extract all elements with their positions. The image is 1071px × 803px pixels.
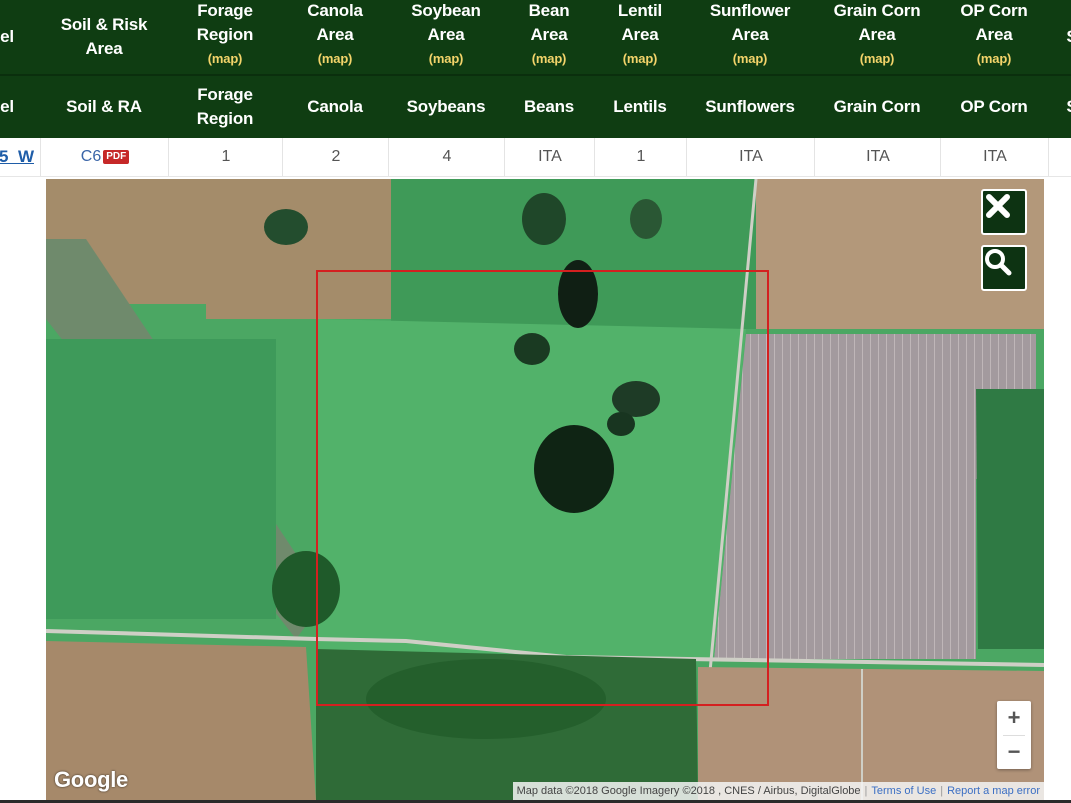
header-cell-soybeans: Soybeans [388, 76, 504, 138]
attribution-text: Map data ©2018 Google Imagery ©2018 , CN… [516, 785, 861, 797]
attribution-separator: | [940, 785, 944, 797]
header-label: el [0, 97, 14, 116]
canola-map-link[interactable]: (map) [318, 50, 353, 68]
header-label: Canola Area [307, 0, 363, 44]
zoom-in-button[interactable]: + [997, 701, 1031, 735]
header-cell-grain-corn-short: Grain Corn [814, 76, 940, 138]
header-cell-forage-short: Forage Region [168, 76, 282, 138]
header-label: Lentil Area [617, 0, 663, 44]
header-label: Canola [307, 97, 363, 116]
header-cell-sunflowers: Sunflowers [686, 76, 814, 138]
table-header: el Soil & Risk Area Forage Region (map) C… [0, 0, 1071, 138]
sunflower-value: ITA [739, 148, 763, 165]
header-label: el [0, 27, 14, 46]
attribution-separator: | [864, 785, 868, 797]
forage-map-link[interactable]: (map) [208, 50, 243, 68]
header-cell-soil-risk: Soil & Risk Area [40, 0, 168, 74]
header-cell-soybean: Soybean Area (map) [388, 0, 504, 74]
terms-of-use-link[interactable]: Terms of Use [871, 785, 936, 797]
lentil-value: 1 [636, 148, 646, 165]
map-attribution: Map data ©2018 Google Imagery ©2018 , CN… [512, 782, 1044, 800]
header-cell-bean: Bean Area (map) [504, 0, 594, 74]
header-label: Soil & Risk Area [60, 15, 148, 58]
header-cell-canola-short: Canola [282, 76, 388, 138]
bean-value: ITA [538, 148, 562, 165]
op-corn-cell: ITA [940, 138, 1049, 176]
forage-value: 1 [221, 148, 231, 165]
soybean-map-link[interactable]: (map) [429, 50, 464, 68]
header-cell-legal: el [0, 0, 24, 74]
header-cell-lentil: Lentil Area (map) [594, 0, 686, 74]
page: el Soil & Risk Area Forage Region (map) C… [0, 0, 1071, 803]
canola-cell: 2 [282, 138, 389, 176]
header-label: Bean Area [528, 0, 570, 44]
lentil-cell: 1 [594, 138, 687, 176]
search-map-button[interactable] [981, 245, 1027, 291]
zoom-out-button[interactable]: − [997, 735, 1031, 769]
header-label: Forage Region [196, 0, 254, 44]
header-cell-next: S [1062, 0, 1071, 74]
header-cell-beans: Beans [504, 76, 594, 138]
legal-cell: 5 W [0, 138, 40, 176]
soil-cell: C6 PDF [40, 138, 169, 176]
header-cell-op-corn: OP Corn Area (map) [940, 0, 1048, 74]
close-icon [986, 194, 1010, 218]
header-cell-op-corn-short: OP Corn [940, 76, 1048, 138]
forage-cell: 1 [168, 138, 283, 176]
lentil-map-link[interactable]: (map) [623, 50, 658, 68]
header-label: Beans [523, 97, 575, 116]
satellite-imagery [46, 179, 1044, 800]
header-label: Soil & RA [66, 97, 142, 116]
header-label: OP Corn [960, 97, 1028, 116]
sunflower-map-link[interactable]: (map) [733, 50, 768, 68]
soybean-value: 4 [442, 148, 452, 165]
search-icon [985, 249, 1012, 276]
header-cell-next-short: S [1062, 76, 1071, 138]
grain-corn-cell: ITA [814, 138, 941, 176]
sunflower-cell: ITA [686, 138, 815, 176]
header-cell-grain-corn: Grain Corn Area (map) [814, 0, 940, 74]
header-cell-lentils: Lentils [594, 76, 686, 138]
header-label: Forage Region [196, 85, 254, 128]
header-row-areas: el Soil & Risk Area Forage Region (map) C… [0, 0, 1071, 74]
pdf-badge[interactable]: PDF [103, 150, 130, 164]
satellite-map[interactable]: + − Google Map data ©2018 Google Imagery… [46, 179, 1044, 800]
header-row-short: el Soil & RA Forage Region Canola Soybea… [0, 76, 1071, 138]
zoom-control: + − [997, 701, 1031, 769]
header-cell-sunflower: Sunflower Area (map) [686, 0, 814, 74]
bean-map-link[interactable]: (map) [532, 50, 567, 68]
soil-value-link[interactable]: C6 [81, 148, 101, 166]
op-corn-value: ITA [983, 148, 1007, 165]
header-cell-legal-short: el [0, 76, 24, 138]
google-logo[interactable]: Google [54, 767, 128, 793]
op-corn-map-link[interactable]: (map) [977, 50, 1012, 68]
header-label: Grain Corn [833, 97, 921, 116]
header-label: S [1066, 95, 1071, 119]
header-label: Soybeans [406, 97, 486, 116]
header-label: Lentils [613, 97, 667, 116]
grain-corn-value: ITA [866, 148, 890, 165]
header-label: Grain Corn Area [833, 0, 921, 44]
legal-land-link[interactable]: 5 W [0, 147, 34, 167]
grain-corn-map-link[interactable]: (map) [860, 50, 895, 68]
header-cell-soil-ra: Soil & RA [40, 76, 168, 138]
next-cell [1048, 138, 1071, 176]
table-row: 5 W C6 PDF 1 2 4 ITA 1 ITA ITA ITA [0, 138, 1071, 177]
header-label: Soybean Area [411, 0, 481, 44]
header-cell-canola: Canola Area (map) [282, 0, 388, 74]
header-label: Sunflower Area [709, 0, 791, 44]
soybean-cell: 4 [388, 138, 505, 176]
report-map-error-link[interactable]: Report a map error [947, 785, 1040, 797]
header-label: OP Corn Area [960, 0, 1028, 44]
close-map-button[interactable] [981, 189, 1027, 235]
header-label: S [1066, 25, 1071, 49]
header-cell-forage: Forage Region (map) [168, 0, 282, 74]
header-label: Sunflowers [705, 97, 795, 116]
canola-value: 2 [331, 148, 341, 165]
bean-cell: ITA [504, 138, 595, 176]
